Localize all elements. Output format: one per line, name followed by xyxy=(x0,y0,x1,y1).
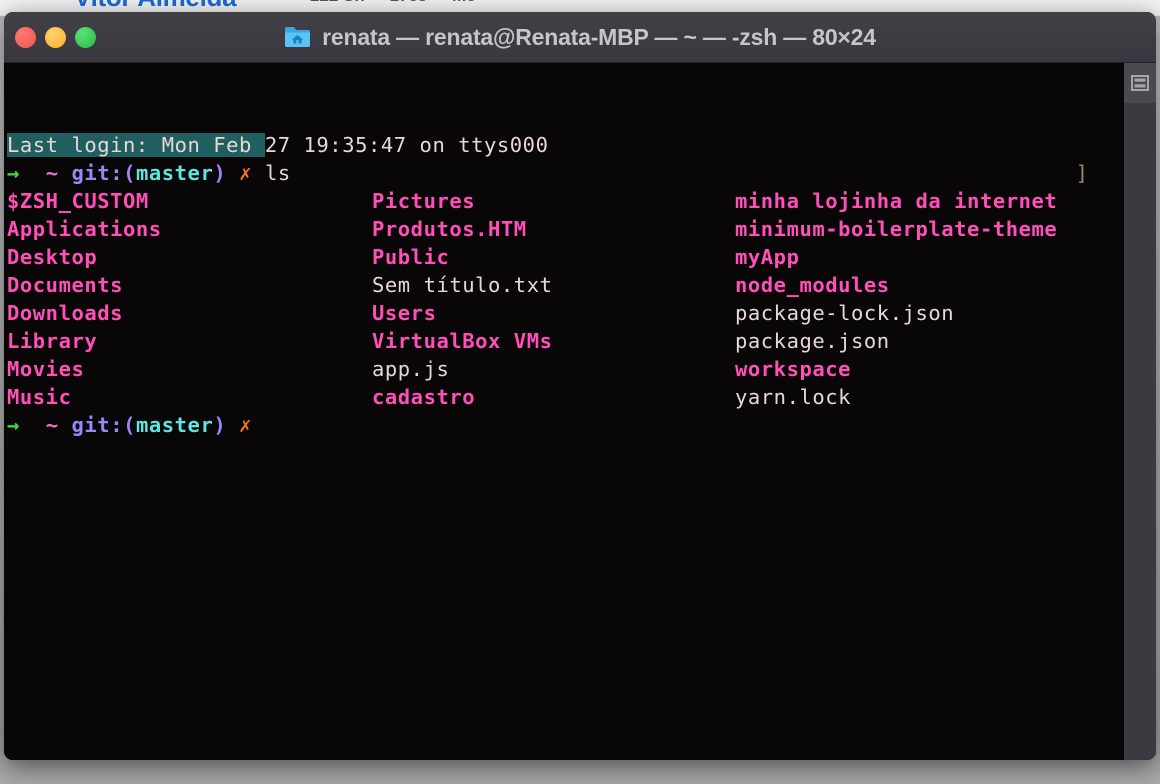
zoom-button[interactable] xyxy=(75,26,96,48)
prompt-git-close: ) xyxy=(213,161,227,185)
background-stat-1: 1735 xyxy=(390,0,428,5)
ls-entry: myApp xyxy=(735,245,800,269)
ls-entry: Applications xyxy=(7,217,162,241)
ls-entry: Documents xyxy=(7,273,124,297)
final-prompt-cwd: ~ xyxy=(45,413,59,437)
terminal-line-prompt-command: → ~ git:(master) ✗ ls xyxy=(7,159,291,187)
ls-entry: Library xyxy=(7,329,98,353)
terminal-screen[interactable]: Last login: Mon Feb 27 19:35:47 on ttys0… xyxy=(4,63,1124,760)
ls-entry: Sem título.txt xyxy=(372,273,553,297)
ls-entry: yarn.lock xyxy=(735,385,852,409)
desktop-background: Vitor Almeida 222 Sh 1735 Me renata — r xyxy=(0,0,1160,784)
background-page-stats: 222 Sh 1735 Me xyxy=(300,0,486,6)
terminal-window: renata — renata@Renata-MBP — ~ — -zsh — … xyxy=(4,12,1156,760)
window-controls xyxy=(15,12,96,62)
terminal-body[interactable]: Last login: Mon Feb 27 19:35:47 on ttys0… xyxy=(4,63,1156,760)
typed-command[interactable]: ls xyxy=(265,161,291,185)
minimize-button[interactable] xyxy=(45,26,66,48)
split-pane-button[interactable] xyxy=(1124,63,1156,103)
background-stat-2: Me xyxy=(452,0,476,5)
ls-entry: Produtos.HTM xyxy=(372,217,527,241)
ls-entry: minimum-boilerplate-theme xyxy=(735,217,1058,241)
ls-column-1: $ZSH_CUSTOM Applications Desktop Documents D… xyxy=(7,187,162,411)
close-button[interactable] xyxy=(15,26,36,48)
prompt-gap-4 xyxy=(252,161,265,185)
prompt-arrow-icon: → xyxy=(7,161,20,185)
window-title: renata — renata@Renata-MBP — ~ — -zsh — … xyxy=(322,23,876,50)
ls-entry: app.js xyxy=(372,357,450,381)
final-prompt-gap-2 xyxy=(59,413,72,437)
split-pane-icon xyxy=(1131,75,1149,91)
ls-entry: $ZSH_CUSTOM xyxy=(7,189,149,213)
terminal-line-final-prompt: → ~ git:(master) ✗ xyxy=(7,411,252,439)
ls-entry: node_modules xyxy=(735,273,890,297)
title-bar-center: renata — renata@Renata-MBP — ~ — -zsh — … xyxy=(4,12,1156,62)
ls-entry: minha lojinha da internet xyxy=(735,189,1058,213)
selected-text[interactable]: Last login: Mon Feb xyxy=(7,133,265,157)
terminal-line-last-login: Last login: Mon Feb 27 19:35:47 on ttys0… xyxy=(7,131,548,159)
final-prompt-dirty-icon: ✗ xyxy=(239,413,253,437)
ls-entry: Desktop xyxy=(7,245,98,269)
ls-column-3: minha lojinha da internet minimum-boilerp… xyxy=(735,187,1057,411)
final-prompt-gap-1 xyxy=(20,413,46,437)
title-bar[interactable]: renata — renata@Renata-MBP — ~ — -zsh — … xyxy=(4,12,1156,63)
ls-entry: Public xyxy=(372,245,450,269)
terminal-right-gutter xyxy=(1124,63,1156,760)
final-prompt-arrow-icon: → xyxy=(7,413,20,437)
home-folder-icon xyxy=(285,27,311,47)
last-login-rest: 27 19:35:47 on ttys000 xyxy=(264,133,549,157)
ls-entry: workspace xyxy=(735,357,852,381)
prompt-git-branch: master xyxy=(135,161,214,185)
final-prompt-git-branch: master xyxy=(135,413,214,437)
ls-entry: Pictures xyxy=(372,189,476,213)
prompt-gap-3 xyxy=(226,161,239,185)
ls-entry: Downloads xyxy=(7,301,124,325)
prompt-cwd: ~ xyxy=(45,161,59,185)
ls-entry: Movies xyxy=(7,357,85,381)
prompt-gap-1 xyxy=(20,161,46,185)
ls-entry: package.json xyxy=(735,329,890,353)
ls-entry: package-lock.json xyxy=(735,301,955,325)
ls-entry: cadastro xyxy=(372,385,476,409)
final-prompt-git-open: git:( xyxy=(71,413,136,437)
final-prompt-gap-3 xyxy=(226,413,239,437)
ls-entry: Music xyxy=(7,385,72,409)
final-prompt-git-close: ) xyxy=(213,413,227,437)
background-stat-0: 222 Sh xyxy=(310,0,365,5)
ls-entry: Users xyxy=(372,301,437,325)
line-wrap-marker: ] xyxy=(1075,161,1088,185)
prompt-dirty-icon: ✗ xyxy=(239,161,253,185)
ls-entry: VirtualBox VMs xyxy=(372,329,553,353)
prompt-gap-2 xyxy=(59,161,72,185)
prompt-git-open: git:( xyxy=(71,161,136,185)
ls-column-2: Pictures Produtos.HTM Public Sem título.txt… xyxy=(372,187,553,411)
